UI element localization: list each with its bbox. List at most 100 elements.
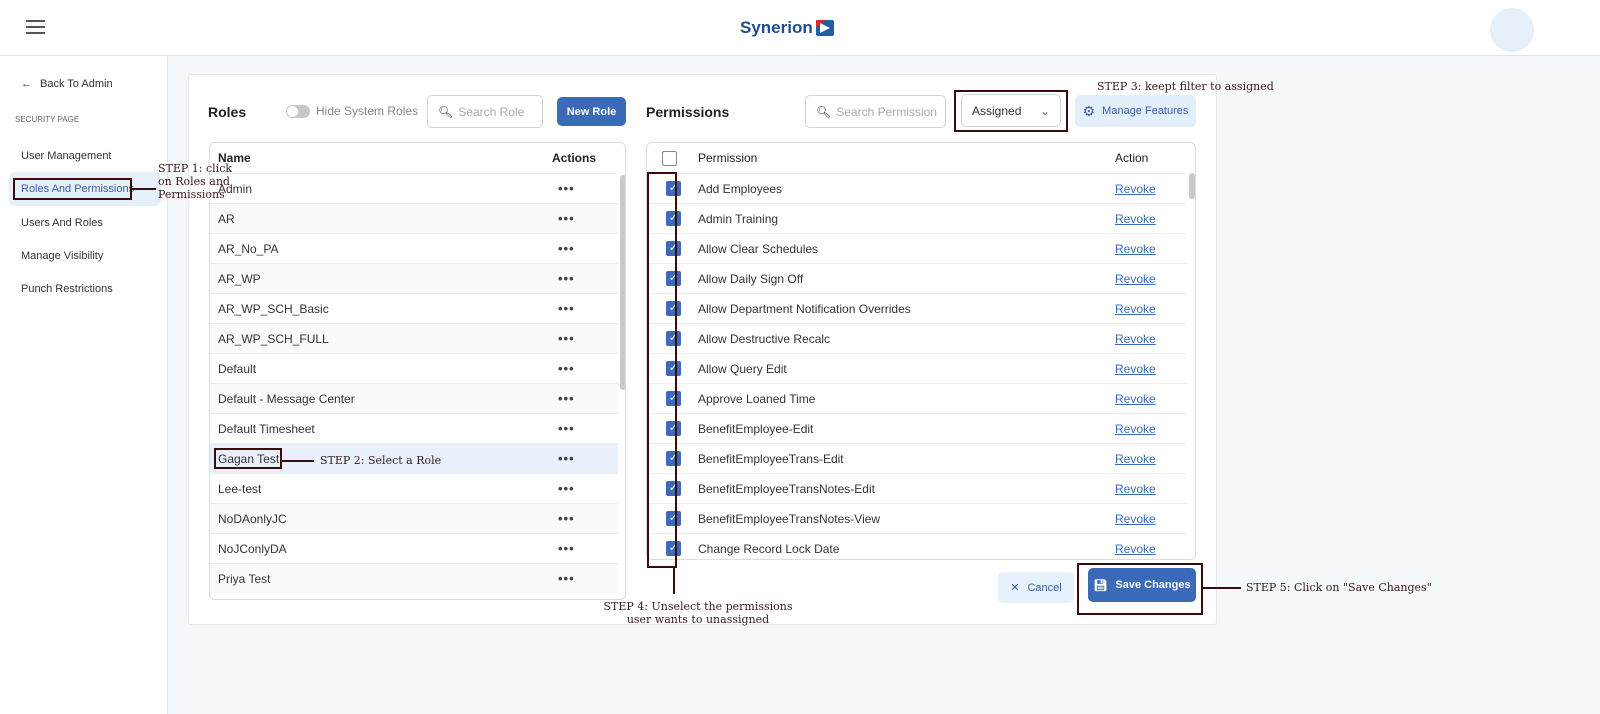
role-name: AR_WP [218,271,261,286]
permissions-scrollbar[interactable] [1189,173,1195,199]
annotation-box-step2 [214,448,282,469]
revoke-link[interactable]: Revoke [1115,512,1156,526]
permission-row: ✓ BenefitEmployeeTransNotes-Edit Revoke [647,473,1187,503]
permission-name: BenefitEmployeeTransNotes-Edit [698,481,875,496]
section-label: SECURITY PAGE [15,115,80,124]
sidebar-item-users-and-roles[interactable]: Users And Roles [21,217,103,229]
role-name: NoJConlyDA [218,541,287,556]
role-row[interactable]: NoJConlyDA ••• [210,533,618,563]
permissions-title: Permissions [646,104,730,120]
hamburger-icon[interactable] [26,20,45,34]
more-actions-icon[interactable]: ••• [558,301,575,316]
revoke-link[interactable]: Revoke [1115,422,1156,436]
annotation-arrow [282,460,314,462]
more-actions-icon[interactable]: ••• [558,331,575,346]
more-actions-icon[interactable]: ••• [558,181,575,196]
annotation-step1: STEP 1: click on Roles and Permissions [158,162,233,201]
arrow-left-icon: ← [21,78,32,90]
revoke-link[interactable]: Revoke [1115,542,1156,556]
role-row[interactable]: Priya Test ••• [210,563,618,593]
more-actions-icon[interactable]: ••• [558,271,575,286]
role-name: Default - Message Center [218,391,355,406]
role-row[interactable]: Default ••• [210,353,618,383]
search-role-input[interactable]: 🔍︎ Search Role [427,95,543,128]
revoke-link[interactable]: Revoke [1115,242,1156,256]
role-row[interactable]: Lee-test ••• [210,473,618,503]
sidebar-item-punch-restrictions[interactable]: Punch Restrictions [21,283,113,295]
role-row[interactable]: AR_WP ••• [210,263,618,293]
permission-name: Add Employees [698,181,783,196]
search-permission-input[interactable]: 🔍︎ Search Permission [805,95,946,128]
annotation-box-step3 [954,90,1068,132]
permission-row: ✓ Allow Destructive Recalc Revoke [647,323,1187,353]
more-actions-icon[interactable]: ••• [558,541,575,556]
manage-label: Manage Features [1102,105,1189,117]
role-name: AR_No_PA [218,241,279,256]
gear-icon: ⚙ [1082,102,1096,119]
more-actions-icon[interactable]: ••• [558,451,575,466]
revoke-link[interactable]: Revoke [1115,332,1156,346]
permission-name: Allow Department Notification Overrides [698,301,911,316]
revoke-link[interactable]: Revoke [1115,392,1156,406]
more-actions-icon[interactable]: ••• [558,421,575,436]
permission-name: BenefitEmployeeTransNotes-View [698,511,881,526]
avatar[interactable] [1490,8,1534,52]
permission-name: Change Record Lock Date [698,541,840,556]
revoke-link[interactable]: Revoke [1115,362,1156,376]
search-icon: 🔍︎ [438,104,454,119]
role-name: Lee-test [218,481,262,496]
sidebar-item-user-management[interactable]: User Management [21,150,112,162]
permission-row: ✓ Allow Daily Sign Off Revoke [647,263,1187,293]
role-row[interactable]: AR ••• [210,203,618,233]
top-header: Synerion [0,0,1600,56]
select-all-checkbox[interactable] [662,151,677,166]
role-row[interactable]: NoDAonlyJC ••• [210,503,618,533]
col-actions-header: Actions [552,151,597,165]
new-role-button[interactable]: New Role [557,97,626,126]
hide-system-roles-label: Hide System Roles [316,104,419,118]
sidebar: ← Back To Admin SECURITY PAGE User Manage… [0,56,168,714]
revoke-link[interactable]: Revoke [1115,212,1156,226]
roles-scrollbar[interactable] [620,175,625,390]
permission-name: BenefitEmployeeTrans-Edit [698,451,844,466]
annotation-arrow [132,188,156,190]
more-actions-icon[interactable]: ••• [558,241,575,256]
role-row[interactable]: Default Timesheet ••• [210,413,618,443]
role-row[interactable]: Admin ••• [210,173,618,203]
role-row[interactable]: Default - Message Center ••• [210,383,618,413]
search-placeholder: Search Permission [836,104,937,119]
role-row[interactable]: AR_WP_SCH_Basic ••• [210,293,618,323]
role-row[interactable]: AR_WP_SCH_FULL ••• [210,323,618,353]
annotation-step5: STEP 5: Click on "Save Changes" [1246,581,1432,594]
permission-row: ✓ Allow Clear Schedules Revoke [647,233,1187,263]
revoke-link[interactable]: Revoke [1115,182,1156,196]
cancel-button[interactable]: ✕ Cancel [998,572,1074,603]
hide-system-roles-toggle[interactable] [286,105,310,118]
permission-row: ✓ Allow Query Edit Revoke [647,353,1187,383]
manage-features-button[interactable]: ⚙ Manage Features [1075,95,1196,127]
permission-row: ✓ Change Record Lock Date Revoke [647,533,1187,559]
permissions-table: Permission Action ✓ Add Employees Revoke ✓ A… [646,142,1196,560]
back-to-admin-link[interactable]: ← Back To Admin [21,78,113,90]
revoke-link[interactable]: Revoke [1115,452,1156,466]
more-actions-icon[interactable]: ••• [558,391,575,406]
more-actions-icon[interactable]: ••• [558,481,575,496]
revoke-link[interactable]: Revoke [1115,482,1156,496]
revoke-link[interactable]: Revoke [1115,302,1156,316]
role-row[interactable]: AR_No_PA ••• [210,233,618,263]
roles-title: Roles [208,104,247,120]
revoke-link[interactable]: Revoke [1115,272,1156,286]
more-actions-icon[interactable]: ••• [558,571,575,586]
sidebar-item-manage-visibility[interactable]: Manage Visibility [21,250,103,262]
permission-name: Allow Daily Sign Off [698,271,804,286]
permission-row: ✓ BenefitEmployeeTransNotes-View Revoke [647,503,1187,533]
permission-name: BenefitEmployee-Edit [698,421,814,436]
more-actions-icon[interactable]: ••• [558,361,575,376]
more-actions-icon[interactable]: ••• [558,511,575,526]
permission-row: ✓ Add Employees Revoke [647,173,1187,203]
annotation-step3: STEP 3: keept filter to assigned [1097,80,1274,93]
permission-name: Allow Query Edit [698,361,787,376]
permission-name: Allow Destructive Recalc [698,331,831,346]
annotation-arrow [673,568,675,594]
more-actions-icon[interactable]: ••• [558,211,575,226]
